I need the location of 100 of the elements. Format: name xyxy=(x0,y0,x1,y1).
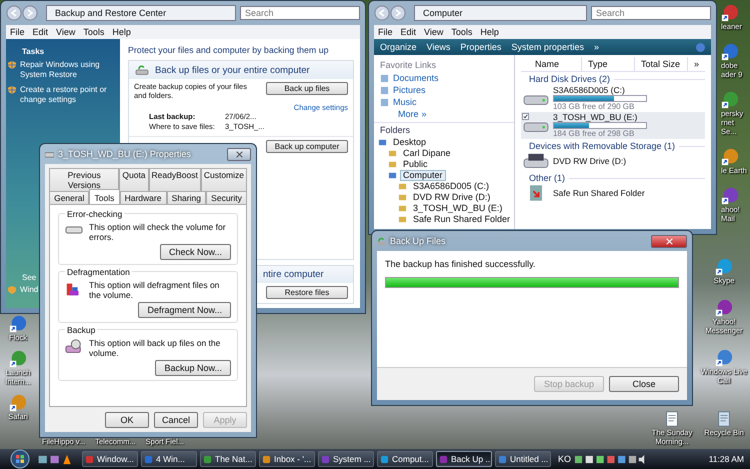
search-field[interactable]: Search xyxy=(591,6,711,20)
tree-item[interactable]: Public xyxy=(400,159,431,170)
address-bar[interactable]: Backup and Restore Center xyxy=(46,5,236,21)
menu-item[interactable]: Help xyxy=(480,27,499,37)
drive-name: 3_TOSH_WD_BU (E:) xyxy=(552,113,638,122)
close-button[interactable] xyxy=(227,148,251,160)
menu-item[interactable]: Help xyxy=(112,27,131,37)
dialog-button[interactable]: OK xyxy=(105,412,149,428)
tab[interactable]: Sharing xyxy=(166,191,206,204)
menu-item[interactable]: File xyxy=(378,27,393,37)
action-button[interactable]: Defragment Now... xyxy=(138,302,231,318)
toolbar-button[interactable]: Properties xyxy=(460,42,502,52)
tab[interactable]: Tools xyxy=(89,189,120,204)
shield-icon xyxy=(8,286,16,294)
shortcut-icon[interactable] xyxy=(721,43,739,61)
action-button[interactable]: Backup Now... xyxy=(155,360,231,376)
tab[interactable]: Hardware xyxy=(120,191,167,204)
drive-name: DVD RW Drive (D:) xyxy=(552,157,626,166)
menu-item[interactable]: Tools xyxy=(451,27,472,37)
shortcut-icon[interactable] xyxy=(721,148,739,166)
shortcut-icon[interactable] xyxy=(663,410,681,428)
drive-item[interactable]: Safe Run Shared Folder xyxy=(520,184,705,202)
favorite-link[interactable]: Music xyxy=(393,97,417,107)
search-field[interactable]: Search xyxy=(240,6,360,20)
group-header[interactable]: Other (1) xyxy=(528,173,565,183)
task-link[interactable]: Repair Windows using System Restore xyxy=(20,60,117,80)
address-bar[interactable]: Computer xyxy=(414,5,587,21)
back-up-files-button[interactable]: Back up files xyxy=(266,82,348,95)
section-title: ntire computer xyxy=(263,269,324,280)
taskbar-button[interactable]: Untitled ... xyxy=(495,451,551,467)
option-description: This option will back up files on the volume. xyxy=(89,338,222,358)
folders-header[interactable]: Folders xyxy=(374,122,514,137)
tree-item[interactable]: 3_TOSH_WD_BU (E:) xyxy=(410,203,506,214)
taskbar-button[interactable]: Back Up ... xyxy=(436,451,492,467)
tab[interactable]: ReadyBoost xyxy=(148,168,201,191)
drive-item[interactable]: S3A6586D005 (C:) 103 GB free of 290 GB xyxy=(520,85,705,112)
column-header[interactable]: Type xyxy=(582,57,635,71)
toolbar-button[interactable]: Views xyxy=(426,42,450,52)
tab[interactable]: Customize xyxy=(200,168,247,191)
back-up-computer-button[interactable]: Back up computer xyxy=(266,140,348,153)
columns-more-button[interactable]: » xyxy=(688,57,705,71)
selected-item[interactable]: 3_TOSH_WD_BU (E:) 184 GB free of 298 GB xyxy=(520,112,705,139)
action-button[interactable]: Check Now... xyxy=(160,244,231,260)
shortcut-icon[interactable] xyxy=(9,350,27,368)
start-button-icon[interactable] xyxy=(10,449,30,469)
tree-item[interactable]: Carl Dipane xyxy=(400,148,454,159)
restore-files-button[interactable]: Restore files xyxy=(266,286,348,299)
column-header[interactable]: Total Size xyxy=(634,57,688,71)
language-indicator[interactable]: KO xyxy=(558,454,572,464)
checkbox[interactable] xyxy=(522,113,529,120)
app-icon xyxy=(380,454,389,464)
task-link[interactable]: Create a restore point or change settings xyxy=(20,85,117,105)
drive-item[interactable]: DVD RW Drive (D:) xyxy=(520,152,705,171)
shortcut-icon[interactable] xyxy=(715,349,733,367)
more-link[interactable]: More xyxy=(398,109,419,119)
shield-icon xyxy=(8,86,16,94)
tab[interactable]: Quota xyxy=(119,168,149,191)
favorite-link[interactable]: Documents xyxy=(393,73,439,83)
drive-icon xyxy=(45,150,54,158)
taskbar-button[interactable]: The Nat... xyxy=(200,451,256,467)
group-header[interactable]: Devices with Removable Storage (1) xyxy=(528,141,676,151)
shortcut-icon[interactable] xyxy=(715,258,733,276)
shortcut-icon[interactable] xyxy=(721,4,739,22)
shortcut-icon[interactable] xyxy=(715,299,733,317)
shortcut-icon[interactable] xyxy=(9,315,27,333)
dialog-button[interactable]: Close xyxy=(609,376,679,392)
taskbar-button[interactable]: Inbox - '... xyxy=(259,451,315,467)
shortcut-icon[interactable] xyxy=(721,91,739,109)
menu-item[interactable]: View xyxy=(424,27,444,37)
tree-item[interactable]: DVD RW Drive (D:) xyxy=(410,192,494,203)
taskbar-button[interactable]: Window... xyxy=(82,451,138,467)
taskbar-button[interactable]: 4 Win... xyxy=(141,451,197,467)
close-button[interactable] xyxy=(651,234,687,248)
tab[interactable]: Security xyxy=(206,191,247,204)
toolbar-button[interactable]: System properties xyxy=(511,42,584,52)
tree-item[interactable]: Desktop xyxy=(390,137,430,148)
favorite-link[interactable]: Pictures xyxy=(393,85,426,95)
system-tray-icons[interactable] xyxy=(574,454,646,464)
shortcut-icon[interactable] xyxy=(9,394,27,412)
taskbar-button[interactable]: Comput... xyxy=(377,451,433,467)
menu-item[interactable]: File xyxy=(10,27,25,37)
shortcut-icon[interactable] xyxy=(715,410,733,428)
more-chevron-icon[interactable]: » xyxy=(422,109,427,119)
tree-item[interactable]: Safe Run Shared Folder xyxy=(410,214,514,225)
group-header[interactable]: Hard Disk Drives (2) xyxy=(528,74,610,84)
menu-item[interactable]: Edit xyxy=(32,27,48,37)
menu-item[interactable]: View xyxy=(56,27,76,37)
tab[interactable]: General xyxy=(49,191,90,204)
toolbar-button[interactable]: Organize xyxy=(380,42,417,52)
taskbar-button[interactable]: System ... xyxy=(318,451,374,467)
dialog-button[interactable]: Cancel xyxy=(154,412,198,428)
toolbar-more-button[interactable]: » xyxy=(594,42,599,52)
menu-item[interactable]: Edit xyxy=(400,27,416,37)
tree-item[interactable]: Computer xyxy=(400,170,446,181)
close-icon xyxy=(666,238,672,244)
shortcut-icon[interactable] xyxy=(721,187,739,205)
menu-item[interactable]: Tools xyxy=(83,27,104,37)
column-header[interactable]: Name xyxy=(528,57,582,71)
tab[interactable]: Previous Versions xyxy=(49,168,120,191)
tree-item[interactable]: S3A6586D005 (C:) xyxy=(410,181,492,192)
